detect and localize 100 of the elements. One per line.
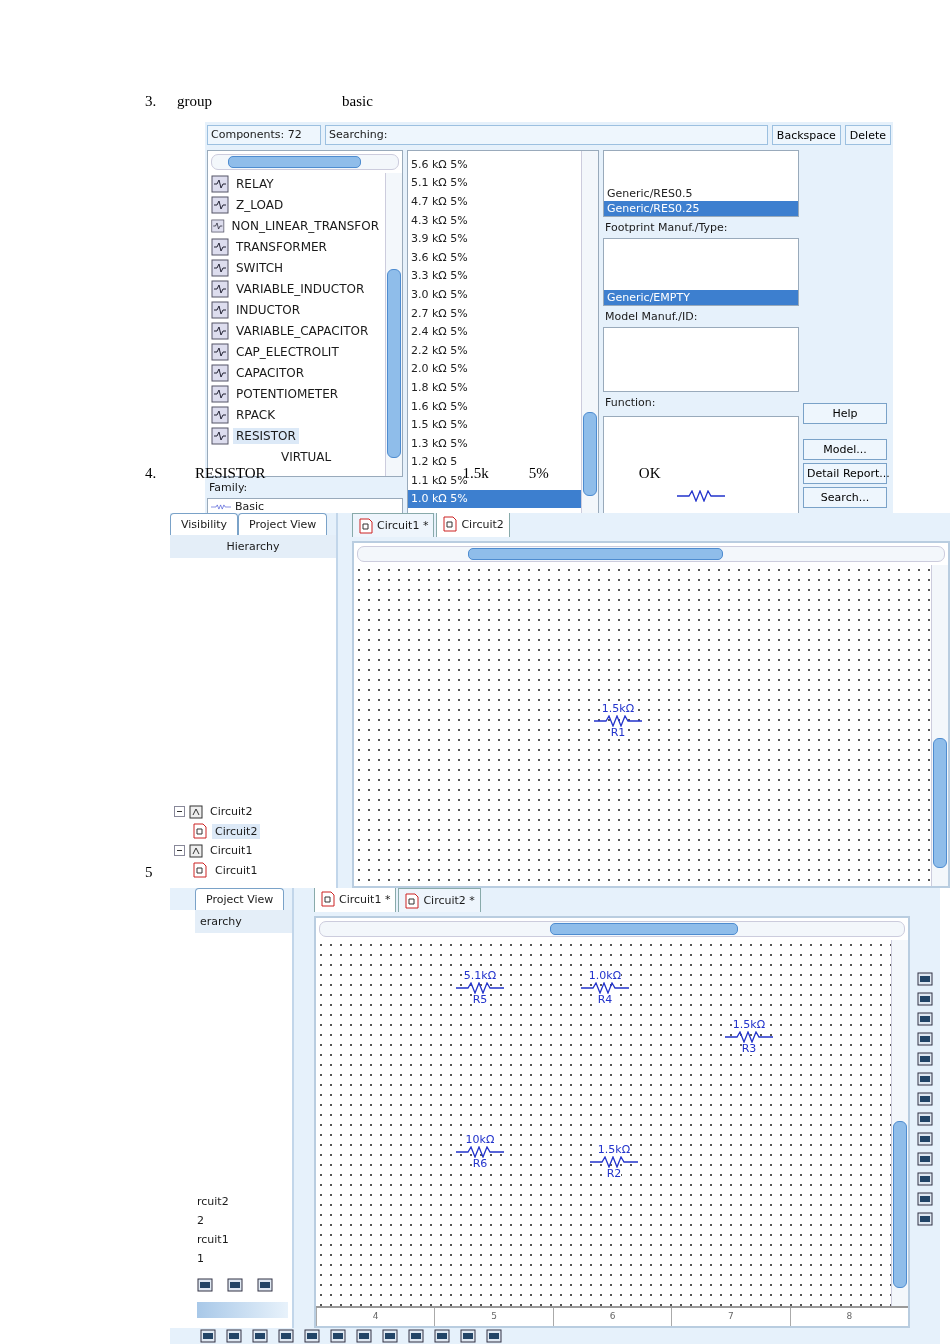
component-item[interactable]: 3.0 kΩ 5% — [408, 285, 471, 304]
instrument-icon[interactable] — [917, 1112, 933, 1126]
model-item[interactable]: Generic/EMPTY — [604, 289, 798, 305]
toolbar-icon[interactable] — [278, 1329, 294, 1343]
instrument-icon[interactable] — [917, 1052, 933, 1066]
family-item[interactable]: TRANSFORMER — [233, 238, 330, 255]
instrument-icon[interactable] — [917, 1072, 933, 1086]
component-item[interactable]: 2.7 kΩ 5% — [408, 303, 471, 323]
toolbar-icon[interactable] — [356, 1329, 372, 1343]
component-item[interactable]: 3.3 kΩ 5% — [408, 266, 471, 286]
family-item[interactable]: RELAY — [233, 175, 277, 192]
panel-tool-icon[interactable] — [257, 1278, 273, 1292]
instrument-icon[interactable] — [917, 1172, 933, 1186]
footprint-item[interactable]: Generic/RES0.25 — [604, 201, 798, 217]
component-item[interactable]: 3.6 kΩ 5% — [408, 247, 471, 267]
panel-tool-icon[interactable] — [227, 1278, 243, 1292]
family-item[interactable]: RPACK — [233, 406, 279, 423]
instrument-icon[interactable] — [917, 1012, 933, 1026]
toolbar-icon[interactable] — [382, 1329, 398, 1343]
vertical-scrollbar[interactable] — [891, 940, 908, 1306]
family-item[interactable]: CAP_ELECTROLIT — [233, 343, 342, 360]
component-item[interactable]: 1.6 kΩ 5% — [408, 396, 471, 416]
tree-item[interactable]: 2 — [197, 1211, 288, 1230]
instrument-icon[interactable] — [917, 1092, 933, 1106]
panel-tool-icon[interactable] — [197, 1278, 213, 1292]
component-item[interactable]: 2.2 kΩ 5% — [408, 340, 471, 360]
component-item[interactable]: 4.7 kΩ 5% — [408, 192, 471, 211]
toolbar-icon[interactable] — [460, 1329, 476, 1343]
toolbar-icon[interactable] — [486, 1329, 502, 1343]
panel-tab[interactable]: erarchy — [195, 910, 292, 933]
component-symbol-icon — [211, 195, 229, 214]
expander-icon[interactable] — [174, 845, 185, 856]
toolbar-icon[interactable] — [408, 1329, 424, 1343]
search-field[interactable]: Searching: — [325, 125, 768, 145]
toolbar-icon[interactable] — [252, 1329, 268, 1343]
family-item[interactable]: VARIABLE_INDUCTOR — [233, 280, 368, 297]
step-number: 3. — [145, 92, 158, 110]
instrument-icon[interactable] — [917, 1152, 933, 1166]
instrument-icon[interactable] — [917, 1192, 933, 1206]
instrument-icon[interactable] — [917, 1212, 933, 1226]
component-item[interactable]: 4.3 kΩ 5% — [408, 210, 471, 230]
component-item[interactable]: 3.9 kΩ 5% — [408, 229, 471, 248]
schematic-document-icon — [320, 891, 336, 907]
side-button[interactable]: Model... — [803, 439, 887, 460]
component-item[interactable]: 5.1 kΩ 5% — [408, 173, 471, 193]
panel-tab[interactable]: Project View — [195, 888, 285, 910]
tree-item[interactable]: Circuit2 — [207, 804, 256, 819]
step-number: 4. — [145, 464, 158, 482]
component-item[interactable]: 5.6 kΩ 5% — [408, 155, 471, 174]
panel-tab[interactable]: Visibility — [170, 513, 239, 535]
toolbar-icon[interactable] — [304, 1329, 320, 1343]
document-tab[interactable]: Circuit1 * — [352, 513, 435, 537]
expander-icon[interactable] — [174, 806, 185, 817]
family-item[interactable]: RESISTOR — [233, 427, 299, 444]
side-button[interactable]: Help — [803, 403, 887, 424]
instrument-icon[interactable] — [917, 972, 933, 986]
action-button[interactable]: Delete — [844, 125, 891, 145]
toolbar-icon[interactable] — [226, 1329, 242, 1343]
family-item[interactable]: VIRTUAL — [278, 448, 335, 465]
vertical-scrollbar[interactable] — [931, 565, 948, 886]
document-tab[interactable]: Circuit2 — [436, 513, 510, 537]
toolbar-icon[interactable] — [330, 1329, 346, 1343]
side-button[interactable]: Search... — [803, 487, 887, 508]
component-item[interactable]: 2.0 kΩ 5% — [408, 359, 471, 379]
panel-tab[interactable]: Project View — [238, 513, 328, 535]
family-item[interactable]: INDUCTOR — [233, 301, 304, 318]
instrument-icon[interactable] — [917, 992, 933, 1006]
horizontal-scrollbar[interactable] — [319, 921, 905, 937]
component-item[interactable]: 1.0 kΩ 5% — [408, 489, 581, 509]
tree-item[interactable]: Circuit1 — [212, 862, 261, 878]
horizontal-scrollbar[interactable] — [357, 546, 945, 562]
side-button[interactable]: Detail Report... — [803, 463, 887, 484]
tree-item[interactable]: rcuit2 — [197, 1192, 288, 1211]
document-tab[interactable]: Circuit2 * — [398, 888, 481, 912]
family-item[interactable]: SWITCH — [233, 259, 287, 276]
tree-item[interactable]: Circuit2 — [212, 823, 261, 839]
component-item[interactable]: 2.4 kΩ 5% — [408, 322, 471, 341]
tree-item[interactable]: 1 — [197, 1249, 288, 1268]
horizontal-scrollbar[interactable] — [211, 154, 399, 170]
panel-tab[interactable]: Hierarchy — [170, 535, 336, 558]
component-item[interactable]: 1.2 kΩ 5 — [408, 452, 461, 472]
instrument-icon[interactable] — [917, 1132, 933, 1146]
component-item[interactable]: 1.8 kΩ 5% — [408, 378, 471, 397]
family-item[interactable]: Z_LOAD — [233, 196, 287, 213]
tree-item[interactable]: Circuit1 — [207, 843, 256, 858]
document-tab[interactable]: Circuit1 * — [314, 888, 397, 912]
family-item[interactable]: NON_LINEAR_TRANSFOR — [228, 217, 382, 234]
toolbar-icon[interactable] — [434, 1329, 450, 1343]
vertical-scrollbar[interactable] — [385, 173, 402, 476]
family-item[interactable]: POTENTIOMETER — [233, 385, 342, 402]
tree-item[interactable]: rcuit1 — [197, 1230, 288, 1249]
vertical-scrollbar[interactable] — [581, 151, 598, 514]
instrument-icon[interactable] — [917, 1032, 933, 1046]
component-item[interactable]: 1.5 kΩ 5% — [408, 415, 471, 434]
family-item[interactable]: VARIABLE_CAPACITOR — [233, 322, 372, 339]
component-item[interactable]: 1.3 kΩ 5% — [408, 433, 471, 453]
footprint-item[interactable]: Generic/RES0.5 — [604, 186, 696, 202]
action-button[interactable]: Backspace — [771, 125, 841, 145]
family-item[interactable]: CAPACITOR — [233, 364, 308, 381]
toolbar-icon[interactable] — [200, 1329, 216, 1343]
